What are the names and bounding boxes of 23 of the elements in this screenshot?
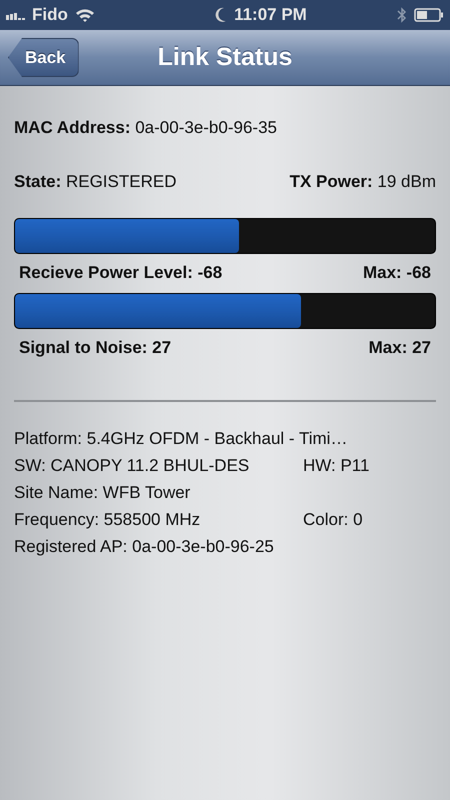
info-text: SW: CANOPY 11.2 BHUL-DES: [14, 456, 250, 476]
carrier-name: Fido: [32, 5, 68, 25]
wifi-icon: [74, 8, 95, 22]
info-text: Frequency: 558500 MHz: [14, 510, 202, 530]
meter-max: Max: -68: [362, 263, 431, 283]
tx-power-text: TX Power: 19 dBm: [290, 172, 436, 192]
bluetooth-icon: [397, 6, 407, 24]
battery-icon: [414, 8, 444, 22]
screen-title: Link Status: [158, 43, 292, 72]
meter-label: Recieve Power Level: -68: [19, 263, 222, 283]
state-text: State: REGISTERED: [14, 172, 176, 192]
meter-max: Max: 27: [368, 338, 431, 358]
info-text: Site Name: WFB Tower: [14, 483, 192, 503]
mac-address-text: MAC Address: 0a-00-3e-b0-96-35: [14, 118, 278, 138]
moon-icon: [215, 7, 228, 23]
clock-time: 11:07 PM: [234, 5, 307, 25]
info-text: HW: P11: [303, 456, 370, 476]
info-text: Platform: 5.4GHz OFDM - Backhaul - Timi…: [14, 429, 348, 449]
meter-label: Signal to Noise: 27: [19, 338, 172, 358]
back-button[interactable]: Back: [8, 38, 79, 77]
info-text: Color: 0: [303, 510, 364, 530]
info-text: Registered AP: 0a-00-3e-b0-96-25: [14, 537, 275, 557]
signal-icon: [6, 10, 25, 20]
